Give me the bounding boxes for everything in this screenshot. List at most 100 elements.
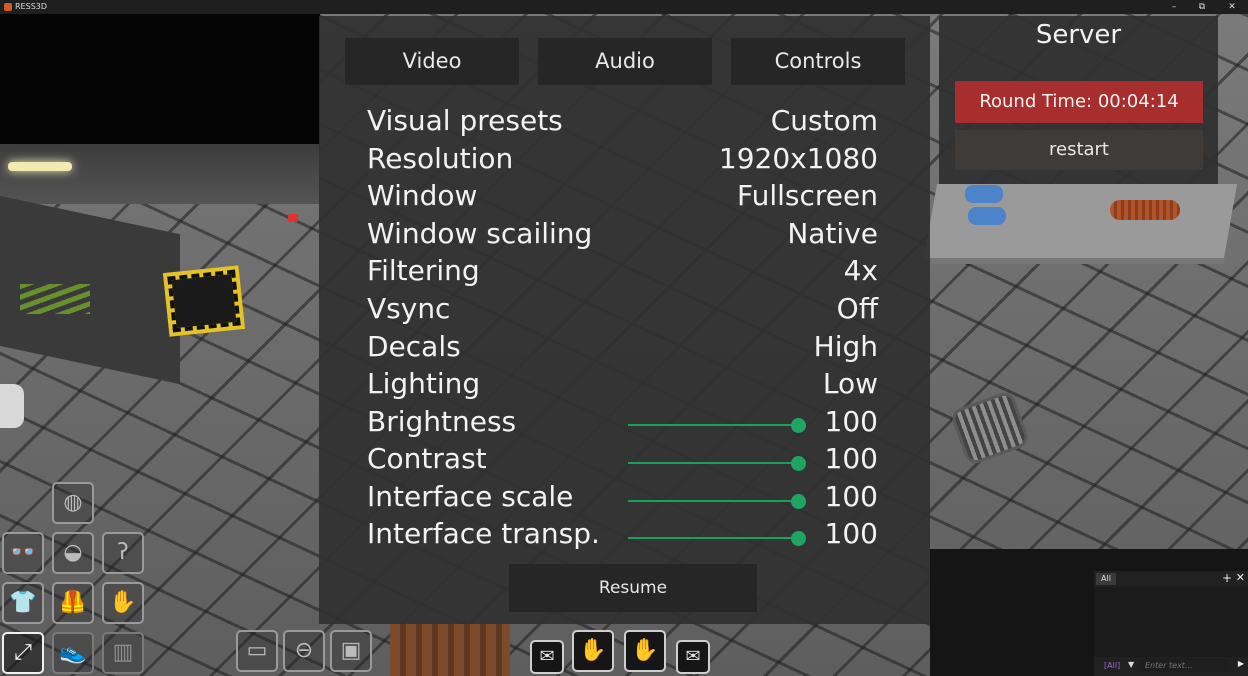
ear-slot[interactable]: ʔ — [102, 532, 144, 574]
brightness-value: 100 — [824, 405, 878, 438]
lighting-selector[interactable]: Low — [823, 367, 878, 400]
tab-controls[interactable]: Controls — [731, 38, 905, 85]
right-pocket-slot[interactable]: ✉ — [676, 640, 710, 674]
add-chat-tab-icon[interactable]: + — [1222, 571, 1232, 585]
mask-slot[interactable]: ◒ — [52, 532, 94, 574]
tab-video[interactable]: Video — [345, 38, 519, 85]
minimize-button[interactable]: – — [1160, 0, 1188, 14]
interface-transparency-value: 100 — [824, 517, 878, 550]
interface-transparency-label: Interface transp. — [367, 517, 600, 550]
decals-selector[interactable]: High — [814, 330, 878, 363]
visual-presets-label: Visual presets — [367, 104, 563, 137]
console-lights — [20, 284, 90, 314]
resolution-selector[interactable]: 1920x1080 — [719, 142, 878, 175]
close-chat-icon[interactable]: ✕ — [1236, 571, 1245, 584]
server-panel: Server Round Time: 00:04:14 restart — [939, 16, 1218, 184]
slider-track — [628, 424, 798, 426]
interface-scale-value: 100 — [824, 480, 878, 513]
floor-vent — [949, 389, 1031, 467]
slider-track — [628, 462, 798, 464]
decals-label: Decals — [367, 330, 461, 363]
settings-menu: Video Audio Controls Visual presets Cust… — [319, 16, 930, 624]
expand-icon: ⤢ — [14, 640, 32, 665]
suit-slot[interactable]: ▥ — [102, 632, 144, 674]
filtering-selector[interactable]: 4x — [844, 254, 878, 287]
window-label: Window — [367, 179, 478, 212]
vest-slot[interactable]: 🦺 — [52, 582, 94, 624]
filtering-label: Filtering — [367, 254, 480, 287]
vest-icon: 🦺 — [59, 590, 87, 615]
shoes-icon: 👟 — [59, 640, 87, 665]
helmet-slot[interactable]: ◍ — [52, 482, 94, 524]
helmet-icon: ◍ — [63, 490, 83, 515]
lighting-label: Lighting — [367, 367, 481, 400]
chat-panel: All + ✕ [All] ▼ ▶ — [1094, 571, 1248, 676]
chair — [0, 384, 24, 428]
resolution-label: Resolution — [367, 142, 514, 175]
slider-thumb[interactable] — [791, 456, 806, 471]
interface-transparency-slider[interactable] — [628, 531, 806, 546]
chat-channel-label: [All] — [1104, 661, 1121, 670]
wooden-crate — [390, 624, 510, 676]
contrast-slider[interactable] — [628, 456, 806, 471]
visual-presets-selector[interactable]: Custom — [771, 104, 878, 137]
backpack-slot[interactable]: ▣ — [330, 630, 372, 672]
chat-tab-all[interactable]: All — [1096, 573, 1116, 585]
send-icon[interactable]: ▶ — [1238, 659, 1244, 668]
right-hand-slot[interactable]: ✋ — [572, 630, 614, 672]
contrast-value: 100 — [824, 442, 878, 475]
ceiling-lamp — [8, 162, 72, 171]
mask-icon: ◒ — [63, 540, 83, 565]
window-scaling-label: Window scailing — [367, 217, 593, 250]
glasses-slot[interactable]: 👓 — [2, 532, 44, 574]
id-card-slot[interactable]: ▭ — [236, 630, 278, 672]
hand-icon: ✋ — [631, 638, 659, 663]
left-hand-slot[interactable]: ✋ — [624, 630, 666, 672]
chat-input[interactable] — [1140, 658, 1228, 672]
slider-thumb[interactable] — [791, 418, 806, 433]
slider-thumb[interactable] — [791, 531, 806, 546]
id-card-icon: ▭ — [246, 638, 268, 663]
belt-icon: ⊖ — [294, 638, 314, 663]
uniform-slot[interactable]: 👕 — [2, 582, 44, 624]
pocket-icon: ✉ — [685, 646, 701, 667]
glove-icon: ✋ — [109, 590, 137, 615]
window-titlebar: RESS3D – ⧉ ✕ — [0, 0, 1248, 14]
wall-panel — [0, 144, 320, 204]
close-window-button[interactable]: ✕ — [1218, 0, 1246, 14]
round-time-display: Round Time: 00:04:14 — [955, 81, 1203, 123]
server-title: Server — [1035, 20, 1122, 50]
interface-scale-label: Interface scale — [367, 480, 574, 513]
shirt-icon: 👕 — [9, 590, 37, 615]
wall-screen — [0, 14, 320, 144]
restore-button[interactable]: ⧉ — [1188, 0, 1216, 14]
interface-scale-slider[interactable] — [628, 494, 806, 509]
slider-track — [628, 500, 798, 502]
brightness-label: Brightness — [367, 405, 517, 438]
tool-item — [968, 207, 1006, 225]
glasses-icon: 👓 — [9, 540, 37, 565]
left-pocket-slot[interactable]: ✉ — [530, 640, 564, 674]
vsync-label: Vsync — [367, 292, 451, 325]
toggle-inventory-slot[interactable]: ⤢ — [2, 632, 44, 674]
ear-icon: ʔ — [117, 540, 129, 565]
suit-icon: ▥ — [112, 640, 134, 665]
vsync-selector[interactable]: Off — [837, 292, 878, 325]
restart-button[interactable]: restart — [955, 130, 1203, 170]
slider-thumb[interactable] — [791, 494, 806, 509]
window-scaling-selector[interactable]: Native — [787, 217, 878, 250]
pocket-icon: ✉ — [539, 646, 555, 667]
hand-icon: ✋ — [579, 638, 607, 663]
alarm-light — [288, 214, 298, 222]
app-logo-icon — [4, 3, 12, 11]
window-title: RESS3D — [15, 2, 48, 11]
tab-audio[interactable]: Audio — [538, 38, 712, 85]
cable-coil-item — [1110, 200, 1180, 220]
resume-button[interactable]: Resume — [509, 564, 757, 612]
brightness-slider[interactable] — [628, 418, 806, 433]
chevron-down-icon[interactable]: ▼ — [1128, 660, 1134, 669]
shoes-slot[interactable]: 👟 — [52, 632, 94, 674]
window-mode-selector[interactable]: Fullscreen — [737, 179, 878, 212]
belt-slot[interactable]: ⊖ — [283, 630, 325, 672]
gloves-slot[interactable]: ✋ — [102, 582, 144, 624]
